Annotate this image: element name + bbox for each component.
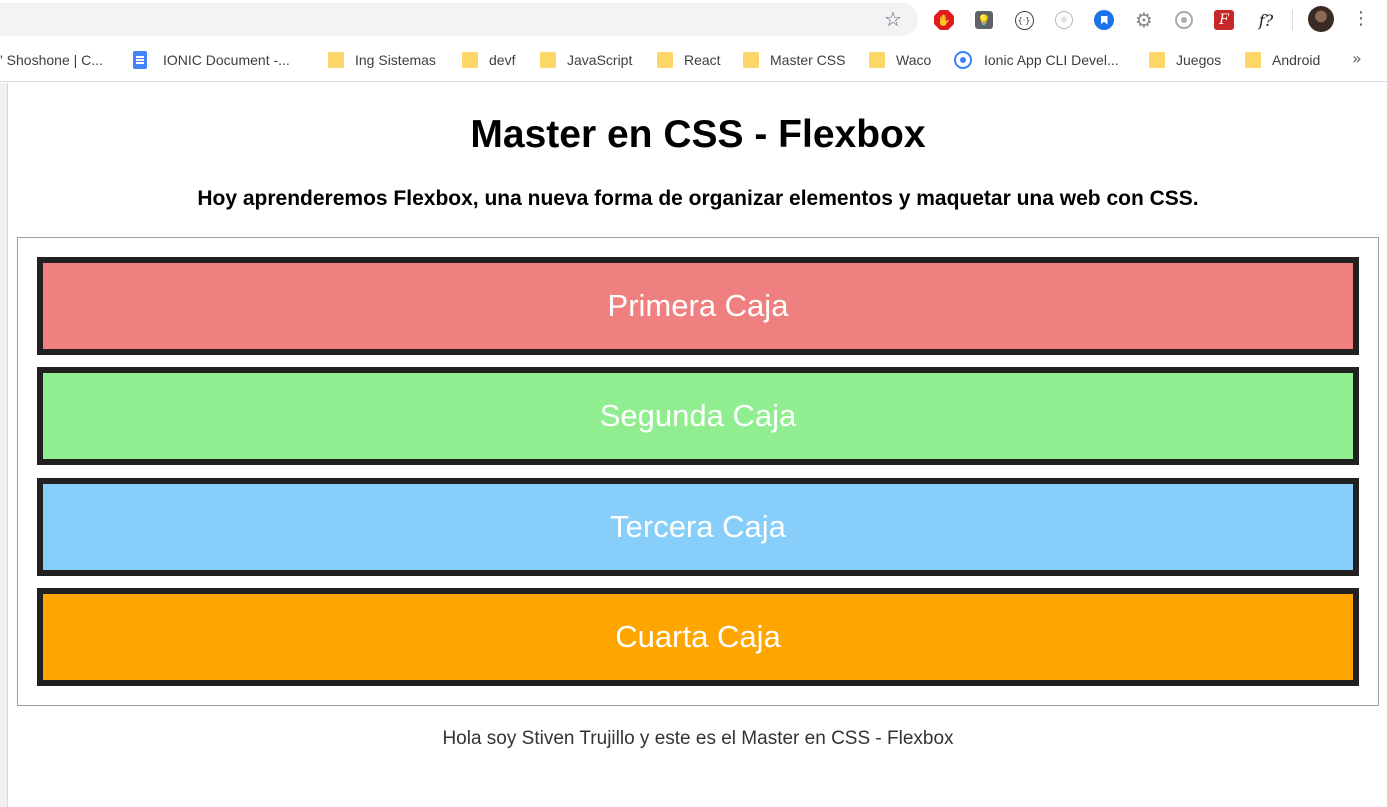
bookmark-label: l' Shoshone | C... [0, 52, 103, 68]
bookmark-label: Master CSS [770, 52, 846, 68]
page-footer: Hola soy Stiven Trujillo y este es el Ma… [442, 728, 954, 749]
bookmark-folder[interactable]: Ing Sistemas [328, 40, 436, 80]
target-extension-icon[interactable] [1173, 9, 1195, 31]
bookmark-label: Waco [896, 52, 932, 68]
code-inspector-icon[interactable]: {·} [1013, 9, 1035, 31]
page-subtitle: Hoy aprenderemos Flexbox, una nueva form… [197, 187, 1199, 210]
folder-icon [1149, 52, 1165, 68]
bookmark-folder[interactable]: Juegos [1149, 40, 1221, 80]
bookmark-manager-glyph [1094, 10, 1114, 30]
box-cuarta: Cuarta Caja [37, 588, 1359, 686]
folder-icon [540, 52, 556, 68]
folder-icon [462, 52, 478, 68]
bookmark-folder[interactable]: React [657, 40, 721, 80]
bookmark-item[interactable]: IONIC Document -... [133, 40, 290, 80]
react-devtools-glyph: ⚛ [1055, 11, 1073, 29]
address-bar[interactable] [0, 3, 918, 36]
bookmark-folder[interactable]: Android [1245, 40, 1320, 80]
folder-icon [657, 52, 673, 68]
bookmark-star-icon[interactable]: ☆ [884, 7, 902, 31]
more-bookmarks-icon[interactable]: » [1352, 40, 1362, 80]
toolbar-divider [1292, 10, 1293, 30]
code-inspector-glyph: {·} [1014, 10, 1034, 30]
bookmark-folder[interactable]: Waco [869, 40, 931, 80]
bookmark-folder[interactable]: Master CSS [743, 40, 845, 80]
folder-icon [1245, 52, 1261, 68]
react-devtools-icon[interactable]: ⚛ [1053, 9, 1075, 31]
box-primera: Primera Caja [37, 257, 1359, 355]
bookmark-label: IONIC Document -... [163, 52, 290, 68]
bookmark-label: Juegos [1176, 52, 1222, 68]
bookmark-folder[interactable]: JavaScript [540, 40, 632, 80]
bookmark-item[interactable]: Ionic App CLI Devel... [954, 40, 1119, 80]
bookmark-label: JavaScript [567, 52, 633, 68]
bookmark-manager-icon[interactable] [1093, 9, 1115, 31]
target-extension-glyph [1175, 11, 1193, 29]
gear-extension-icon[interactable]: ⚙ [1133, 8, 1155, 32]
flex-container: Primera Caja Segunda Caja Tercera Caja C… [17, 237, 1379, 706]
bookmark-label: Android [1272, 52, 1321, 68]
folder-icon [869, 52, 885, 68]
browser-toolbar: ☆ ✋ 💡 {·} ⚛ ⚙ F f? ⋮ [0, 0, 1387, 40]
bookmarks-bar: l' Shoshone | C... IONIC Document -... I… [0, 40, 1387, 82]
bookmark-label: Ionic App CLI Devel... [984, 52, 1119, 68]
browser-menu-icon[interactable]: ⋮ [1352, 6, 1370, 32]
bookmark-label: React [684, 52, 721, 68]
adblock-icon[interactable]: ✋ [933, 9, 955, 31]
side-panel-edge [0, 83, 8, 807]
adblock-glyph: ✋ [934, 10, 954, 30]
bookmark-label: Ing Sistemas [355, 52, 436, 68]
folder-icon [743, 52, 759, 68]
web-page: Master en CSS - Flexbox Hoy aprenderemos… [9, 83, 1387, 807]
folder-icon [328, 52, 344, 68]
box-segunda: Segunda Caja [37, 367, 1359, 465]
bookmark-item[interactable]: l' Shoshone | C... [0, 40, 103, 80]
profile-avatar[interactable] [1308, 6, 1334, 32]
lightbulb-glyph: 💡 [975, 11, 993, 29]
font-extension-glyph: F [1214, 10, 1234, 30]
ionic-icon [954, 51, 972, 69]
google-docs-icon [133, 51, 147, 69]
font-extension-icon[interactable]: F [1213, 9, 1235, 31]
box-tercera: Tercera Caja [37, 478, 1359, 576]
bookmark-label: devf [489, 52, 516, 68]
bookmark-folder[interactable]: devf [462, 40, 515, 80]
lightbulb-icon[interactable]: 💡 [973, 9, 995, 31]
page-title: Master en CSS - Flexbox [470, 113, 926, 156]
whatfont-icon[interactable]: f? [1253, 9, 1279, 31]
